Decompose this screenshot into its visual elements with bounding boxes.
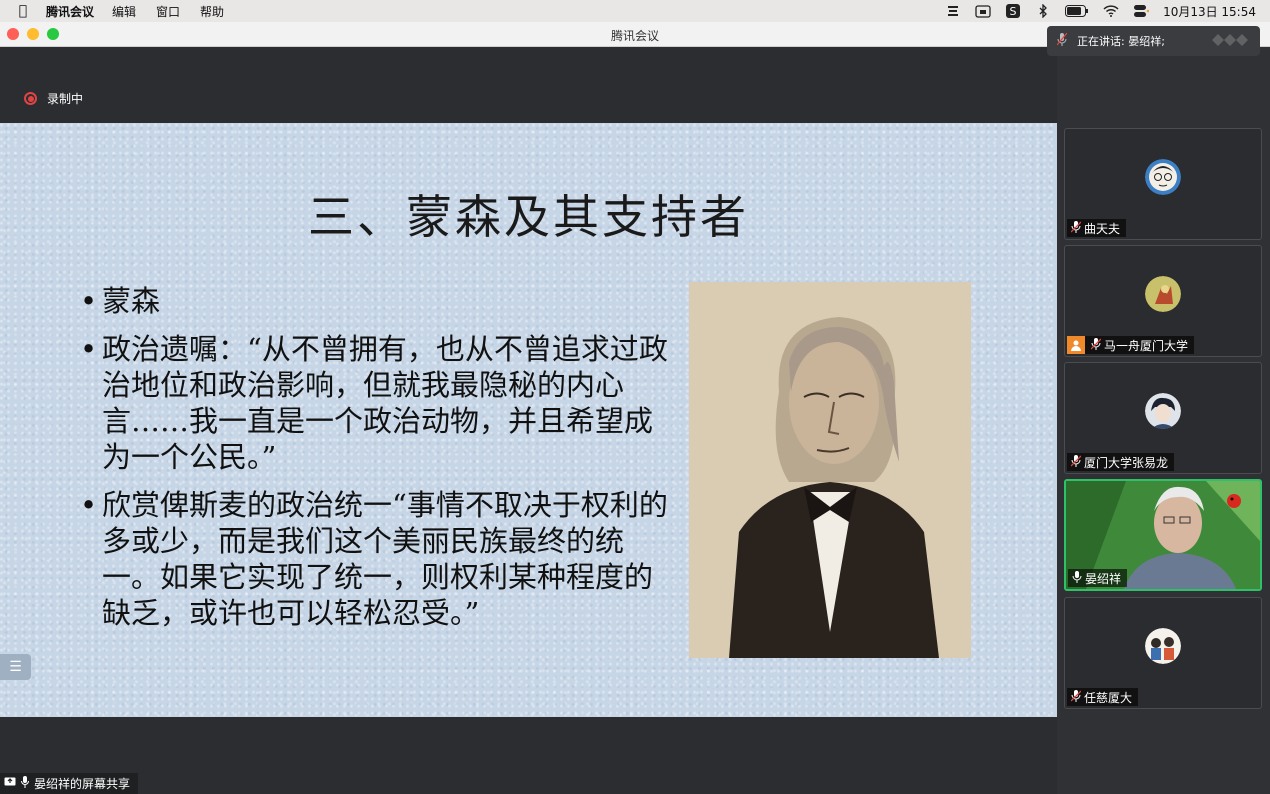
- portrait-photo: [689, 282, 971, 658]
- slide-bullet: 政治遗嘱：“从不曾拥有，也从不曾追求过政治地位和政治影响，但就我最隐秘的内心言……: [80, 331, 670, 475]
- participant-name: 晏绍祥: [1085, 571, 1122, 586]
- apple-menu-icon[interactable]: : [0, 3, 46, 19]
- menubar-clock[interactable]: 10月13日 15:54: [1163, 3, 1256, 20]
- signal-icon: [1210, 32, 1250, 51]
- muted-mic-icon: [1070, 454, 1082, 470]
- host-badge-icon: [1067, 336, 1085, 354]
- participant-avatar: [1145, 628, 1181, 664]
- speaking-label: 正在讲话: 晏绍祥;: [1077, 35, 1165, 48]
- presentation-slide: 三、蒙森及其支持者 蒙森 政治遗嘱：“从不曾拥有，也从不曾追求过政治地位和政治影…: [0, 123, 1057, 717]
- slide-bullets: 蒙森 政治遗嘱：“从不曾拥有，也从不曾追求过政治地位和政治影响，但就我最隐秘的内…: [80, 283, 670, 643]
- participant-name: 曲天夫: [1084, 221, 1121, 236]
- participant-tile[interactable]: 马一舟厦门大学: [1064, 245, 1262, 357]
- participant-tile[interactable]: 厦门大学张易龙: [1064, 362, 1262, 474]
- svg-text:S: S: [1010, 5, 1017, 18]
- participant-avatar: [1145, 159, 1181, 195]
- menu-help[interactable]: 帮助: [200, 3, 224, 20]
- screen-share-icon: [4, 777, 16, 791]
- slide-bullet: 欣赏俾斯麦的政治统一“事情不取决于权利的多或少，而是我们这个美丽民族最终的统一。…: [80, 487, 670, 631]
- bluetooth-icon[interactable]: [1035, 4, 1051, 18]
- status-tray: S 10月13日 15:54: [945, 0, 1256, 22]
- stack-icon[interactable]: [945, 4, 961, 18]
- menu-app-name[interactable]: 腾讯会议: [46, 3, 94, 20]
- participant-name-tag: 马一舟厦门大学: [1067, 336, 1195, 354]
- macos-menu-bar:  腾讯会议 编辑 窗口 帮助 S 10月13日 15:54: [0, 0, 1270, 22]
- mic-icon: [1072, 570, 1082, 586]
- participant-tile-active-speaker[interactable]: 晏绍祥: [1064, 479, 1262, 591]
- wifi-icon[interactable]: [1103, 4, 1119, 18]
- participant-name: 厦门大学张易龙: [1084, 455, 1169, 470]
- muted-mic-icon: [1070, 689, 1082, 705]
- muted-mic-icon: [1070, 220, 1082, 236]
- slide-bullet: 蒙森: [80, 283, 670, 319]
- participant-tile[interactable]: 任慈厦大: [1064, 597, 1262, 709]
- muted-mic-icon: [1090, 337, 1102, 353]
- speaking-indicator: 正在讲话: 晏绍祥;: [1047, 26, 1260, 56]
- participant-name-tag: 晏绍祥: [1068, 569, 1128, 587]
- recording-indicator[interactable]: 录制中: [24, 90, 83, 107]
- participant-name: 任慈厦大: [1084, 690, 1133, 705]
- slide-title: 三、蒙森及其支持者: [308, 190, 749, 244]
- list-icon: ☰: [9, 659, 22, 675]
- recording-label: 录制中: [47, 92, 84, 106]
- muted-mic-icon: [1047, 32, 1077, 49]
- screen-mirror-icon[interactable]: [975, 4, 991, 18]
- participant-name-tag: 厦门大学张易龙: [1067, 453, 1175, 471]
- screen-share-owner: 晏绍祥的屏幕共享: [34, 777, 131, 791]
- control-center-icon[interactable]: [1133, 4, 1150, 18]
- participant-avatar: [1145, 393, 1181, 429]
- battery-icon[interactable]: [1065, 4, 1089, 18]
- menu-window[interactable]: 窗口: [156, 3, 180, 20]
- slide-list-button[interactable]: ☰: [0, 654, 31, 680]
- screen-share-label: 晏绍祥的屏幕共享: [0, 773, 139, 794]
- mic-icon: [21, 776, 29, 791]
- participant-name: 马一舟厦门大学: [1104, 338, 1189, 353]
- menu-edit[interactable]: 编辑: [112, 3, 136, 20]
- participant-tile[interactable]: 曲天夫: [1064, 128, 1262, 240]
- shared-screen-stage: 录制中 三、蒙森及其支持者 蒙森 政治遗嘱：“从不曾拥有，也从不曾追求过政治地位…: [0, 47, 1057, 794]
- sync-app-icon[interactable]: S: [1005, 4, 1021, 18]
- record-icon: [24, 92, 37, 105]
- participant-name-tag: 任慈厦大: [1067, 688, 1139, 706]
- participant-avatar: [1145, 276, 1181, 312]
- participant-name-tag: 曲天夫: [1067, 219, 1127, 237]
